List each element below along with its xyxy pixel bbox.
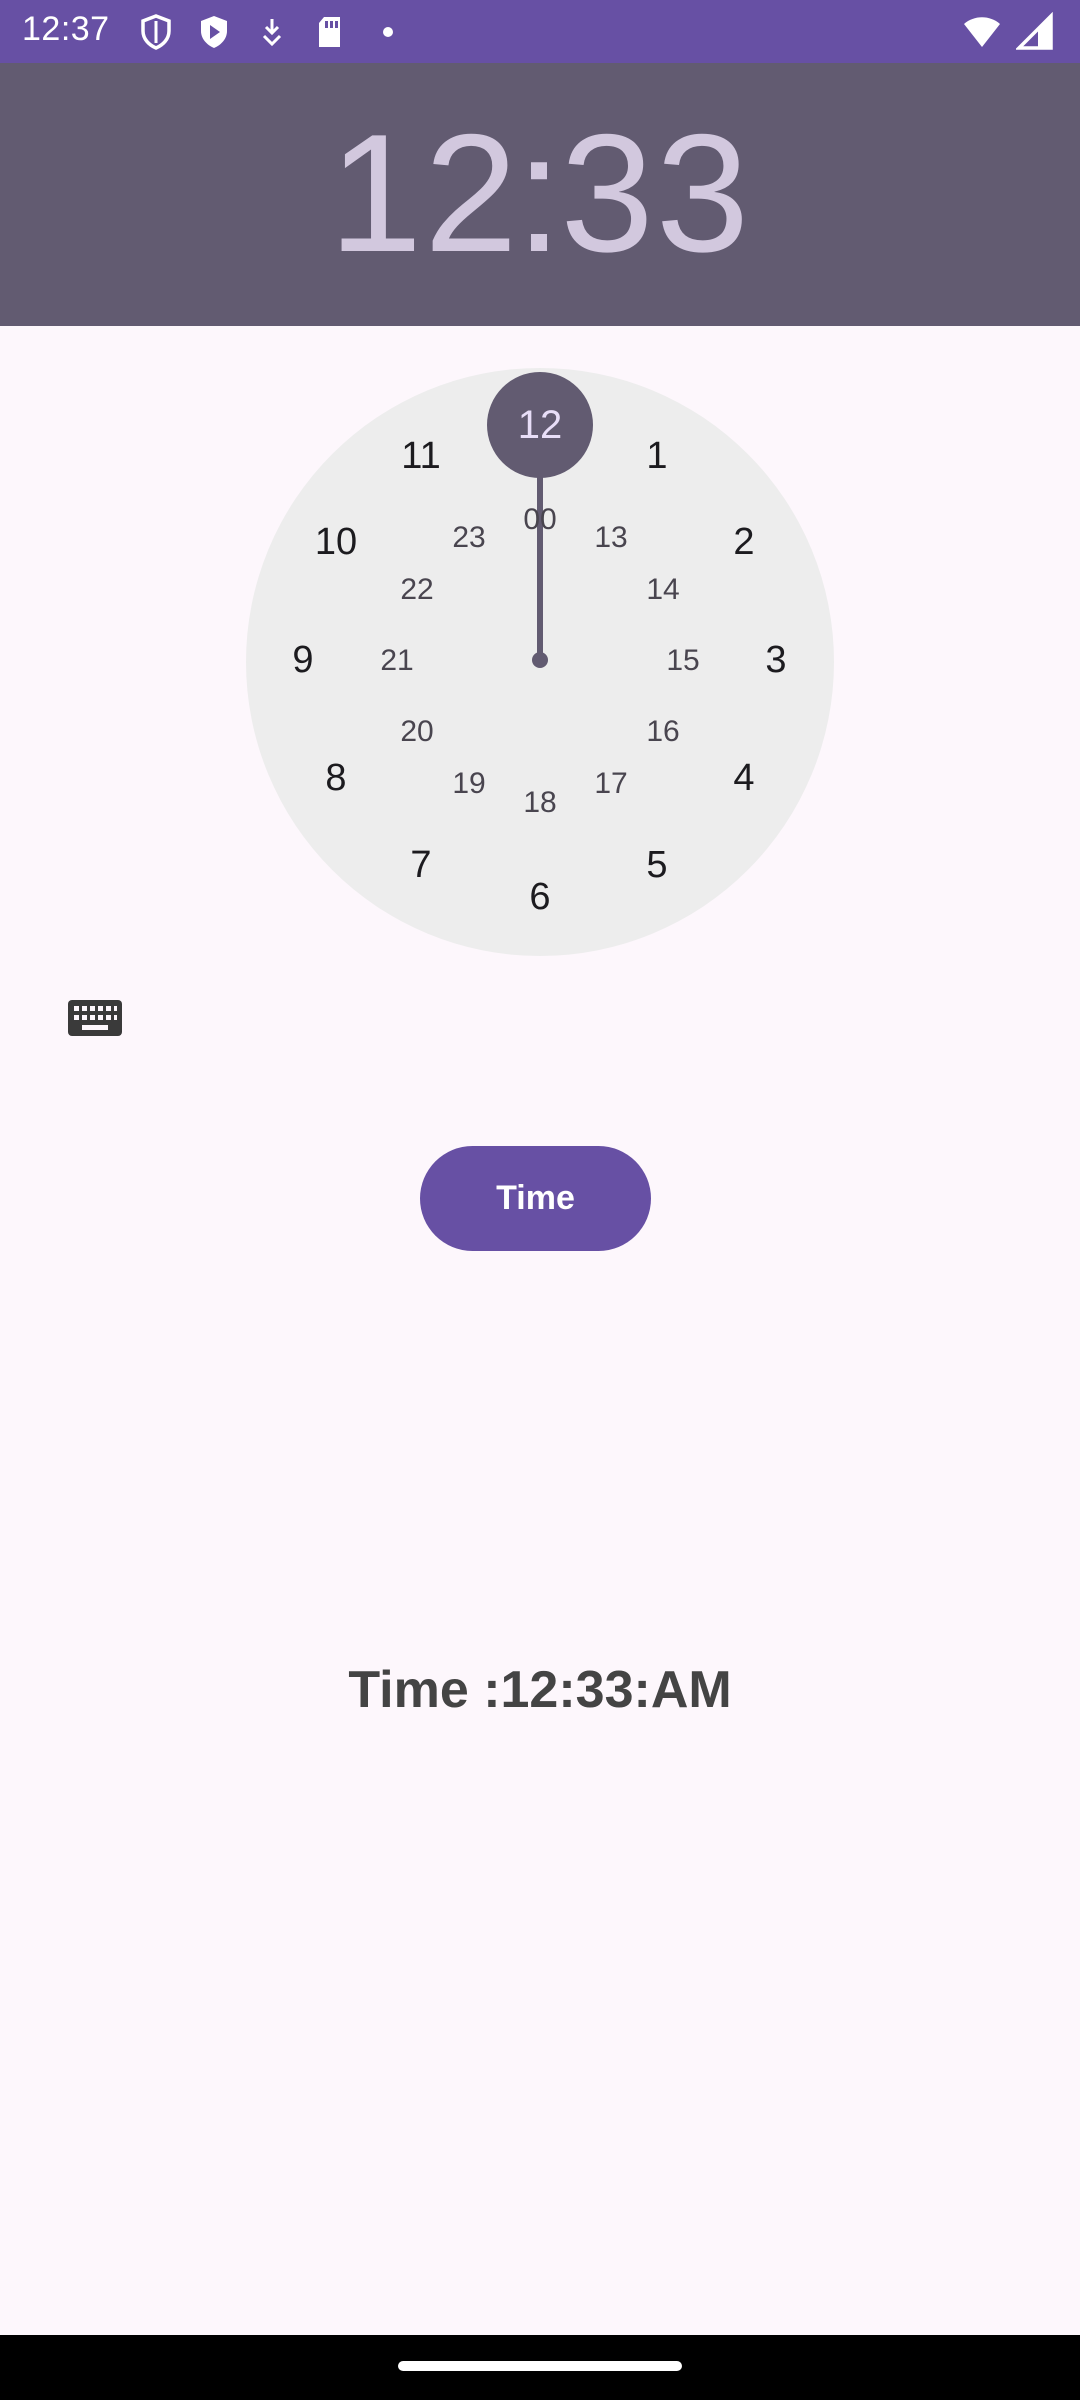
clock-number-inner[interactable]: 19 — [452, 764, 485, 804]
clock-number[interactable]: 9 — [292, 640, 313, 680]
home-gesture-bar[interactable] — [398, 2361, 682, 2371]
clock-number[interactable]: 2 — [733, 522, 754, 562]
clock-number-inner[interactable]: 22 — [400, 570, 433, 610]
clock-number[interactable]: 7 — [410, 845, 431, 885]
status-icons-right — [962, 11, 1056, 52]
time-separator: : — [515, 99, 565, 287]
clock-number-inner[interactable]: 00 — [523, 500, 556, 540]
shield-icon — [136, 12, 176, 52]
clock-number-inner[interactable]: 18 — [523, 783, 556, 823]
clock-number[interactable]: 6 — [529, 877, 550, 917]
clock-number[interactable]: 5 — [646, 845, 667, 885]
selected-time-display: 12:33 — [0, 103, 1080, 283]
clock-number-inner[interactable]: 14 — [646, 570, 679, 610]
clock-number-inner[interactable]: 16 — [646, 712, 679, 752]
clock-number-inner[interactable]: 13 — [594, 518, 627, 558]
time-header: 12:33 — [0, 63, 1080, 326]
clock-selected-number[interactable]: 12 — [518, 403, 563, 447]
sd-card-icon — [310, 12, 350, 52]
keyboard-toggle-button[interactable] — [66, 996, 124, 1042]
clock-number[interactable]: 10 — [315, 522, 357, 562]
clock-number[interactable]: 3 — [765, 640, 786, 680]
hour-display[interactable]: 12 — [329, 99, 520, 287]
clock-number-inner[interactable]: 21 — [380, 641, 413, 681]
clock-number[interactable]: 11 — [401, 436, 440, 476]
clock-number-inner[interactable]: 20 — [400, 712, 433, 752]
clock-number[interactable]: 4 — [733, 758, 754, 798]
status-bar: 12:37 — [0, 0, 1080, 63]
clock-number[interactable]: 1 — [646, 436, 667, 476]
status-time: 12:37 — [22, 10, 110, 48]
clock-number-inner[interactable]: 23 — [452, 518, 485, 558]
minute-display[interactable]: 33 — [560, 99, 751, 287]
download-icon — [252, 12, 292, 52]
dot-icon — [368, 12, 408, 52]
selected-time-result: Time :12:33:AM — [348, 1661, 732, 1719]
clock-center-dot — [532, 652, 548, 668]
wifi-icon — [962, 12, 1002, 52]
clock-number[interactable]: 8 — [325, 758, 346, 798]
status-icons-left — [136, 12, 408, 52]
clock-number-inner[interactable]: 15 — [666, 641, 699, 681]
play-protect-icon — [194, 12, 234, 52]
keyboard-icon — [66, 1000, 124, 1046]
signal-icon — [1014, 11, 1056, 52]
screen: 12:37 12:33 12 11 1 10 2 9 3 8 4 7 5 6 0… — [0, 0, 1080, 2400]
time-button[interactable]: Time — [420, 1146, 651, 1251]
clock-number-inner[interactable]: 17 — [594, 764, 627, 804]
